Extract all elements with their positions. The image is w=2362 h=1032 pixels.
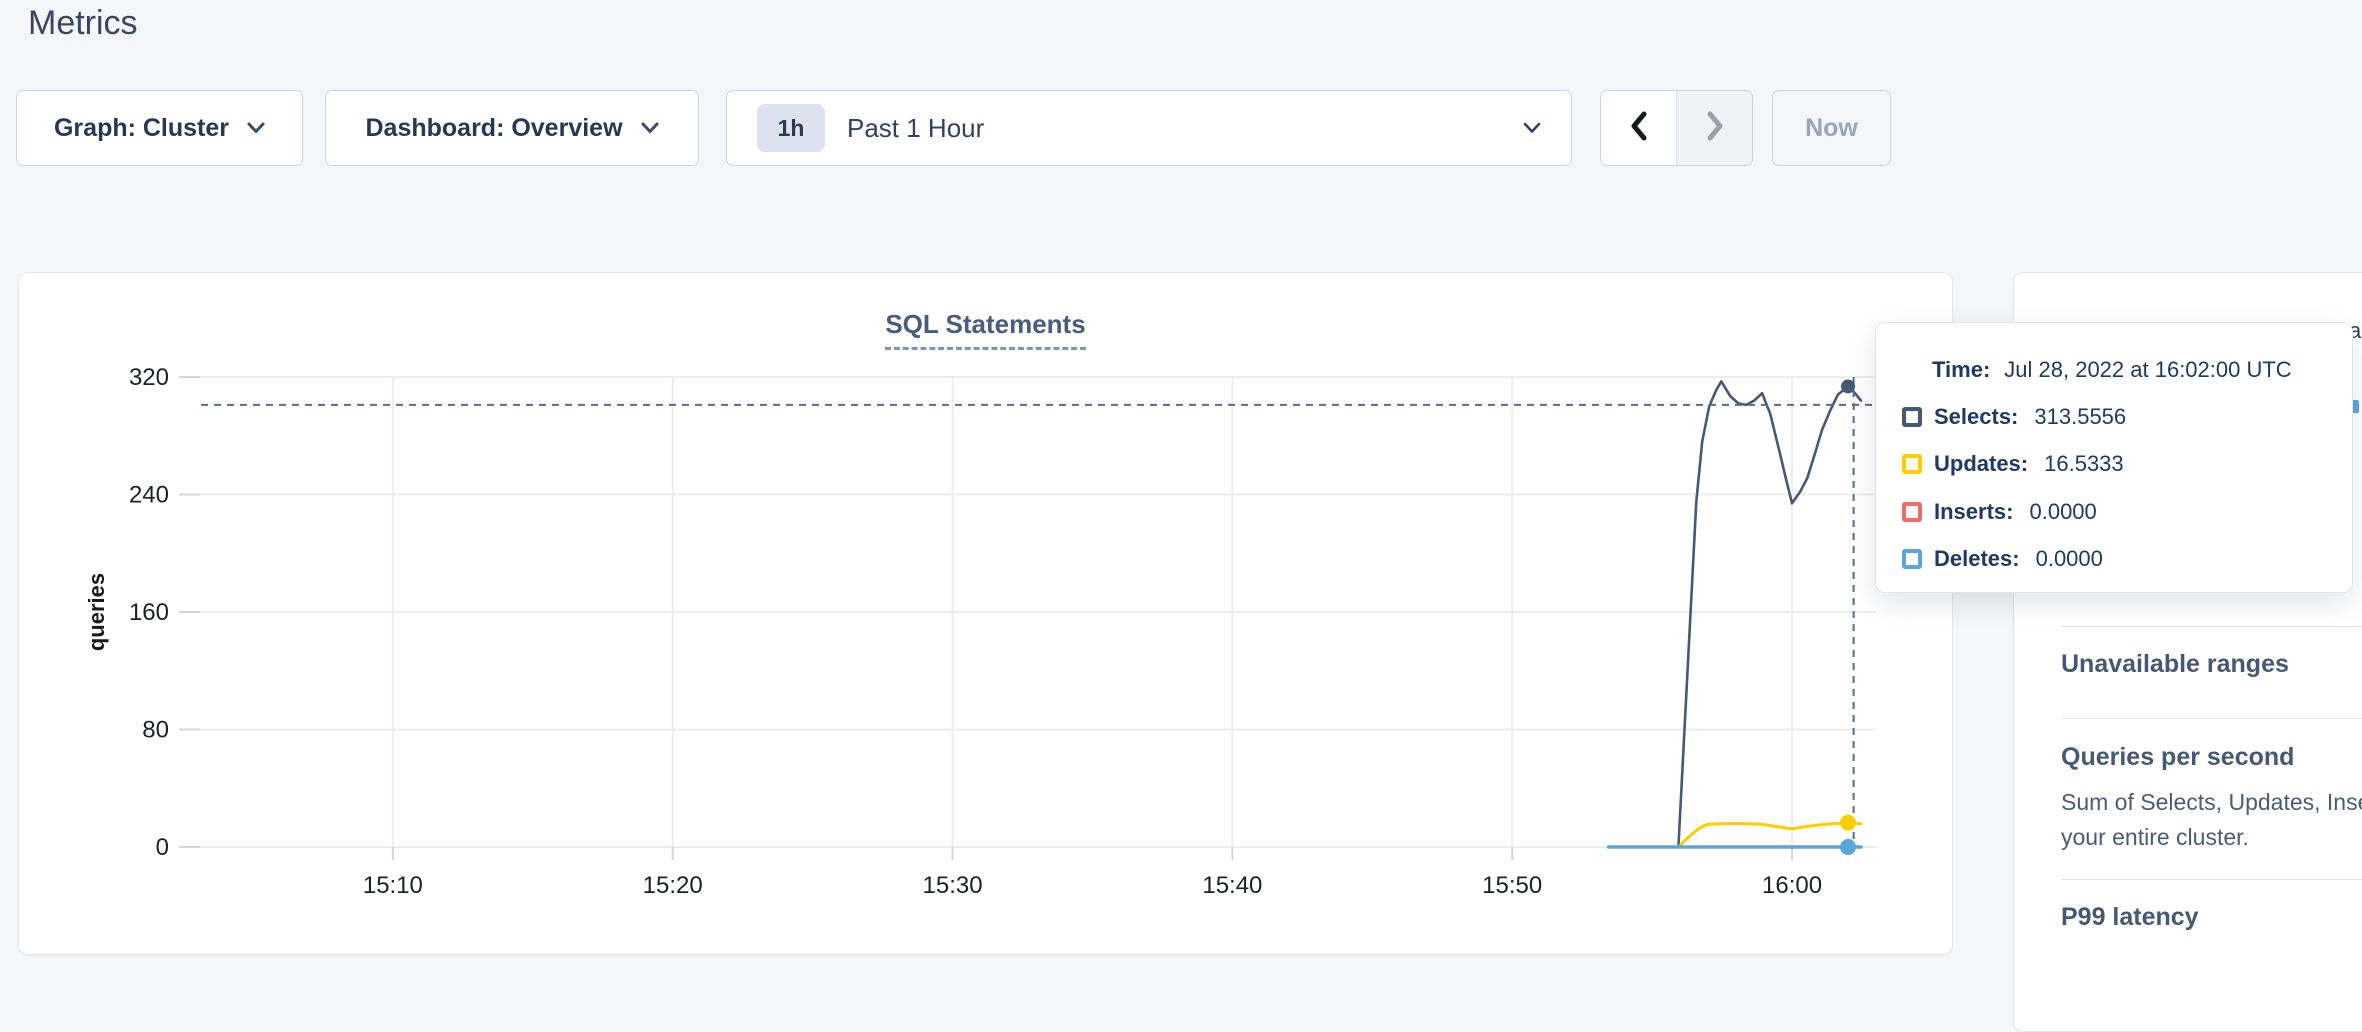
series-color-swatch-icon xyxy=(1902,454,1922,474)
sidebar-qps-desc-line2: your entire cluster. xyxy=(2061,820,2362,855)
chevron-down-icon xyxy=(641,122,659,134)
x-tick-label: 15:20 xyxy=(643,872,703,899)
chevron-left-icon xyxy=(1626,109,1652,148)
tooltip-series-label: Updates: xyxy=(1934,451,2028,477)
tooltip-series-row: Deletes: 0.0000 xyxy=(1902,546,2103,572)
divider xyxy=(2061,879,2362,880)
hover-point-updates xyxy=(1840,815,1856,831)
tooltip-series-label: Inserts: xyxy=(1934,499,2013,525)
chevron-down-icon xyxy=(1523,122,1541,134)
tooltip-time-label: Time: xyxy=(1932,357,1990,382)
sidebar-heading-p99-latency: P99 latency xyxy=(2061,903,2199,932)
divider xyxy=(2061,718,2362,719)
time-range-selector[interactable]: 1h Past 1 Hour xyxy=(726,90,1572,166)
time-step-button-group xyxy=(1600,90,1753,166)
chart-hover-tooltip: Time: Jul 28, 2022 at 16:02:00 UTC Select… xyxy=(1875,322,2353,593)
sql-statements-chart-card: SQL Statements queries 08016024032015:10… xyxy=(18,272,1953,955)
previous-time-window-button[interactable] xyxy=(1601,91,1676,165)
sidebar-heading-qps: Queries per second xyxy=(2061,743,2294,772)
tooltip-series-row: Inserts: 0.0000 xyxy=(1902,499,2097,525)
tooltip-series-row: Selects: 313.5556 xyxy=(1902,404,2126,430)
hover-point-selects xyxy=(1841,379,1855,393)
graph-scope-dropdown[interactable]: Graph: Cluster xyxy=(16,90,303,166)
y-tick-label: 160 xyxy=(129,599,169,626)
dashboard-dropdown[interactable]: Dashboard: Overview xyxy=(325,90,699,166)
y-tick-label: 320 xyxy=(129,364,169,391)
tooltip-series-row: Updates: 16.5333 xyxy=(1902,451,2124,477)
x-tick-label: 16:00 xyxy=(1762,872,1822,899)
y-tick-label: 0 xyxy=(156,834,169,861)
tooltip-series-value: 0.0000 xyxy=(2036,546,2103,572)
tooltip-series-label: Deletes: xyxy=(1934,546,2020,572)
x-tick-label: 15:50 xyxy=(1482,872,1542,899)
tooltip-time-value: Jul 28, 2022 at 16:02:00 UTC xyxy=(2004,357,2291,382)
y-tick-label: 240 xyxy=(129,482,169,509)
next-time-window-button[interactable] xyxy=(1676,91,1752,165)
series-color-swatch-icon xyxy=(1902,407,1922,427)
tooltip-series-value: 16.5333 xyxy=(2044,451,2124,477)
chevron-down-icon xyxy=(247,122,265,134)
divider xyxy=(2061,626,2362,627)
page-title: Metrics xyxy=(28,4,138,43)
tooltip-time-row: Time: Jul 28, 2022 at 16:02:00 UTC xyxy=(1932,357,2292,383)
now-button-label: Now xyxy=(1805,114,1858,143)
tooltip-series-label: Selects: xyxy=(1934,404,2018,430)
tooltip-series-value: 0.0000 xyxy=(2029,499,2096,525)
sidebar-qps-description: Sum of Selects, Updates, Inser your enti… xyxy=(2061,785,2362,855)
sql-statements-plot-area[interactable]: 0 80 160 240 320 15:10 15:20 15:30 15:40 15:50 16:… xyxy=(19,273,1952,954)
dashboard-label: Dashboard: Overview xyxy=(365,114,622,143)
chevron-right-icon xyxy=(1702,109,1728,148)
tooltip-series-value: 313.5556 xyxy=(2034,404,2126,430)
series-color-swatch-icon xyxy=(1902,549,1922,569)
series-color-swatch-icon xyxy=(1902,502,1922,522)
series-line-updates xyxy=(1609,823,1861,847)
x-tick-label: 15:30 xyxy=(923,872,983,899)
now-button[interactable]: Now xyxy=(1772,90,1891,166)
x-tick-label: 15:10 xyxy=(363,872,423,899)
y-tick-label: 80 xyxy=(142,717,169,744)
series-line-selects xyxy=(1609,381,1861,847)
sidebar-qps-desc-line1: Sum of Selects, Updates, Inser xyxy=(2061,785,2362,820)
x-tick-label: 15:40 xyxy=(1202,872,1262,899)
sidebar-heading-unavailable-ranges: Unavailable ranges xyxy=(2061,650,2289,679)
time-range-label: Past 1 Hour xyxy=(847,113,1505,144)
hover-point-deletes xyxy=(1840,839,1856,855)
time-range-badge: 1h xyxy=(757,104,825,152)
graph-scope-label: Graph: Cluster xyxy=(54,114,229,143)
